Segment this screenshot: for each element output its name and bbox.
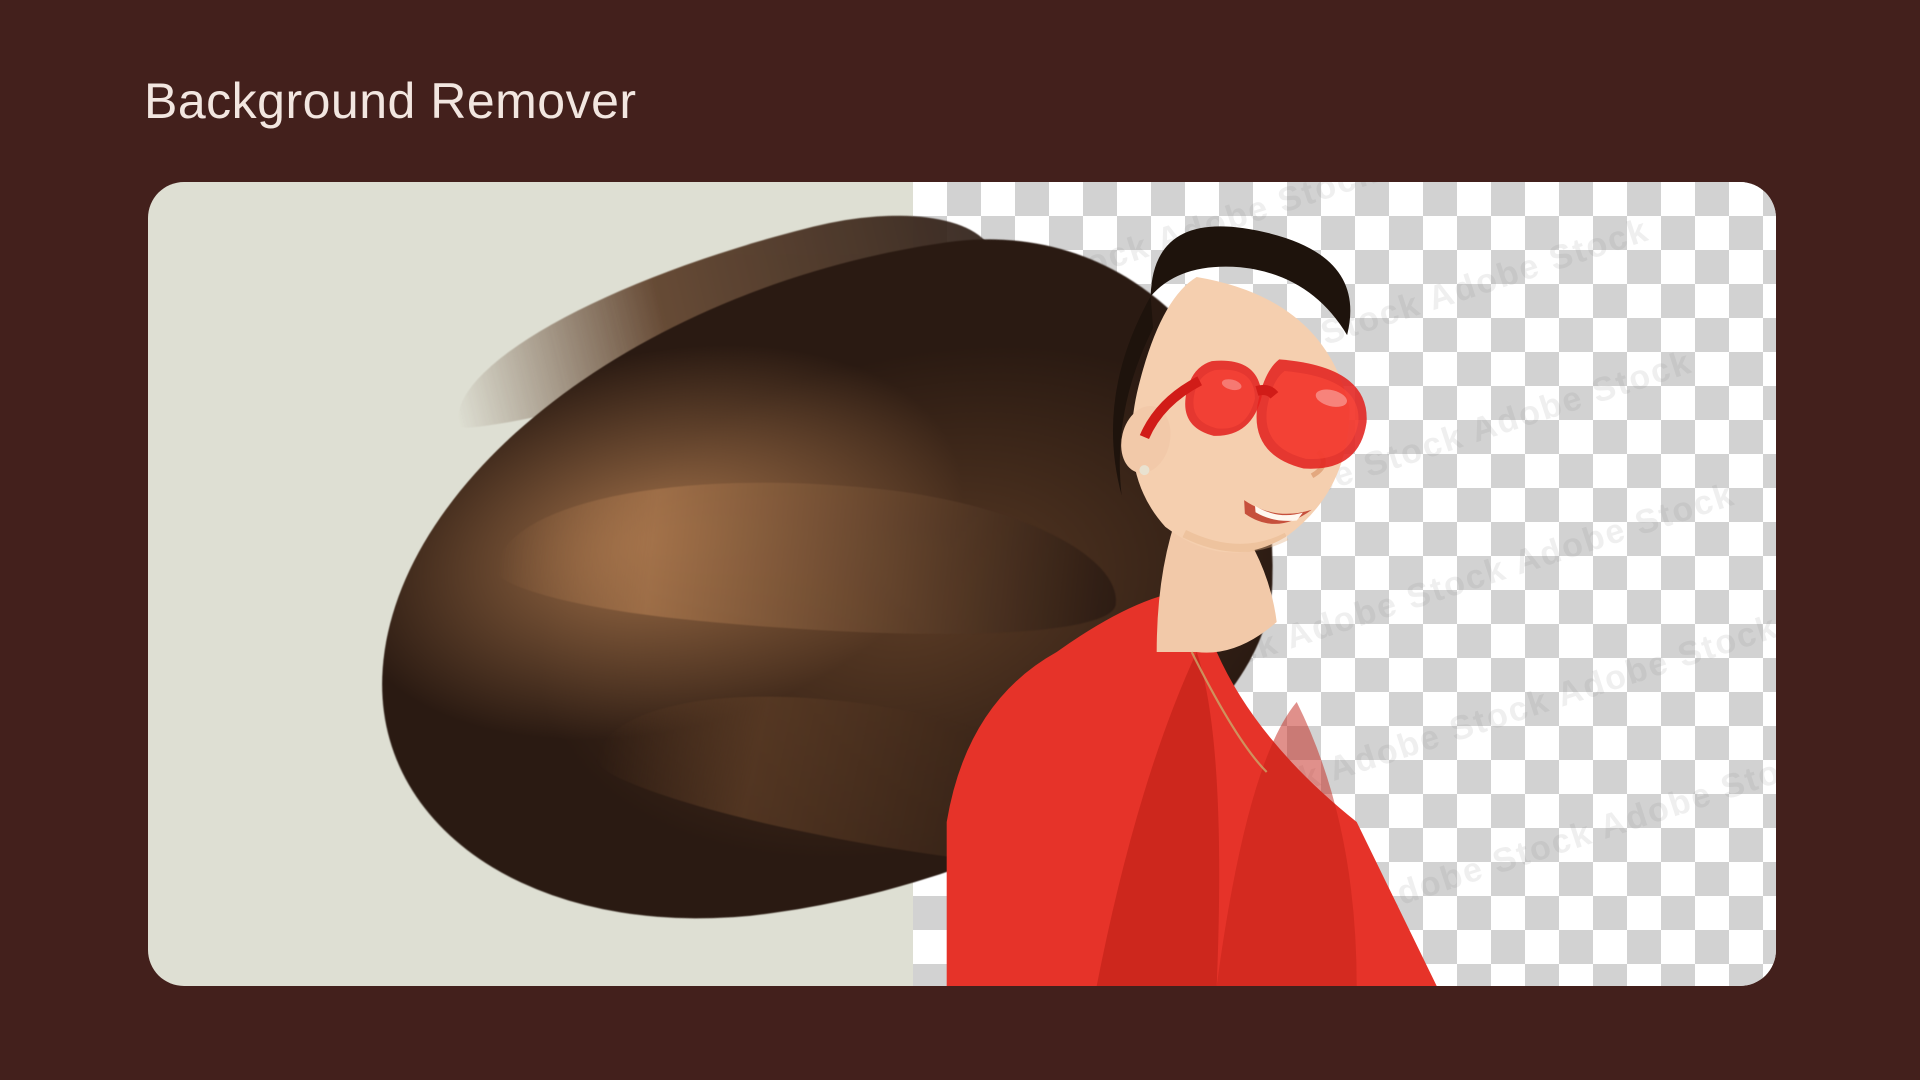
page-title: Background Remover (144, 72, 637, 130)
transparent-background-half (913, 182, 1776, 986)
preview-panel: Adobe Stock Adobe Stock Adobe Stock Adob… (148, 182, 1776, 986)
original-background-half (148, 182, 913, 986)
